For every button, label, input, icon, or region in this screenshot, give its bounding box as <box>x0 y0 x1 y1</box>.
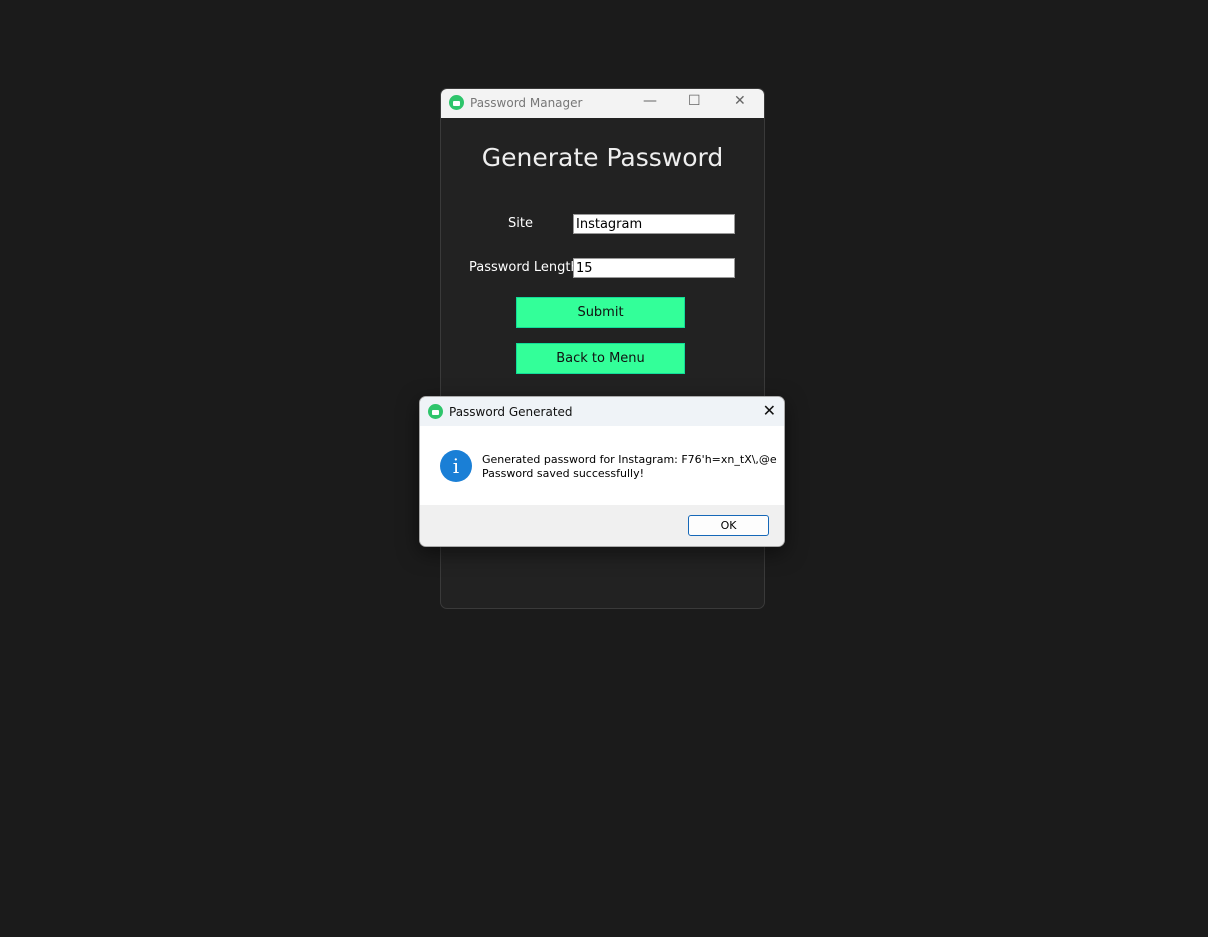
info-icon: i <box>440 450 472 482</box>
maximize-button[interactable]: ☐ <box>688 93 701 109</box>
window-title: Password Manager <box>470 96 583 110</box>
dialog-footer: OK <box>420 505 784 546</box>
message-line-saved: Password saved successfully! <box>482 467 645 480</box>
submit-button[interactable]: Submit <box>516 297 685 328</box>
site-input[interactable]: Instagram <box>573 214 735 234</box>
dialog-close-button[interactable]: ✕ <box>763 401 776 420</box>
page-title: Generate Password <box>481 143 724 172</box>
dialog-title: Password Generated <box>449 405 573 419</box>
password-length-label: Password Length <box>469 260 579 275</box>
password-length-input[interactable]: 15 <box>573 258 735 278</box>
password-generated-dialog: Password Generated ✕ i Generated passwor… <box>419 396 785 547</box>
lock-icon <box>449 95 464 110</box>
ok-button[interactable]: OK <box>688 515 769 536</box>
dialog-message: Generated password for Instagram: F76'h=… <box>482 453 777 481</box>
title-bar: Password Manager — ☐ ✕ <box>441 89 764 118</box>
back-to-menu-button[interactable]: Back to Menu <box>516 343 685 374</box>
message-line-password: Generated password for Instagram: F76'h=… <box>482 453 777 466</box>
lock-icon <box>428 404 443 419</box>
dialog-title-bar: Password Generated ✕ <box>420 397 784 426</box>
minimize-button[interactable]: — <box>643 93 657 109</box>
site-label: Site <box>508 216 533 231</box>
close-button[interactable]: ✕ <box>734 93 746 109</box>
